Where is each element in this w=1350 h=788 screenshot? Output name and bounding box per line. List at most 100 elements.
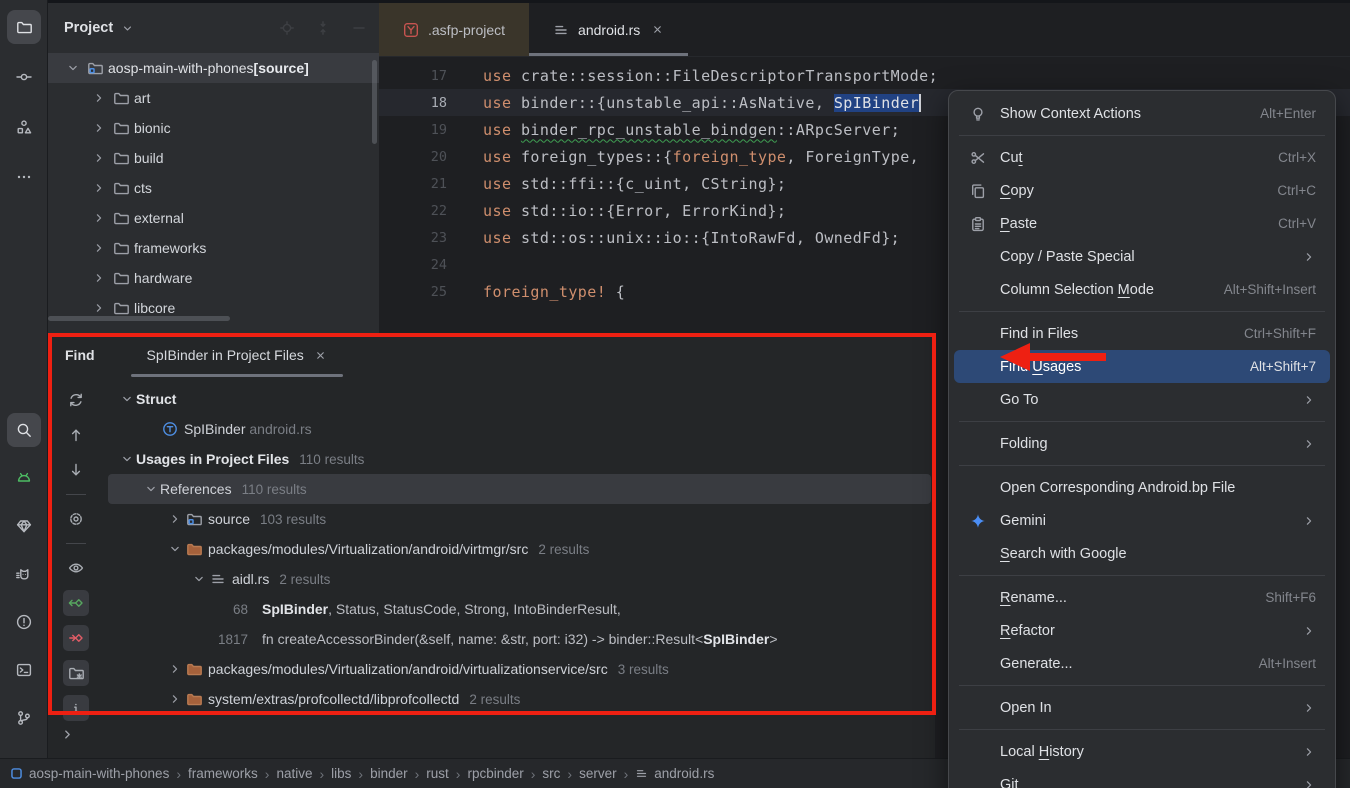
- project-horizontal-scrollbar[interactable]: [48, 316, 230, 321]
- chevron-down-icon[interactable]: [62, 61, 84, 75]
- menu-item-git[interactable]: Git: [954, 768, 1330, 788]
- chevron-right-icon[interactable]: [88, 241, 110, 255]
- code-line-17[interactable]: 17use crate::session::FileDescriptorTran…: [379, 62, 1350, 89]
- breadcrumb-item-native[interactable]: native: [276, 766, 312, 781]
- breadcrumb-item-binder[interactable]: binder: [370, 766, 408, 781]
- menu-item-gemini[interactable]: Gemini: [954, 504, 1330, 537]
- project-tree-item-hardware[interactable]: hardware: [48, 263, 379, 293]
- menu-item-open-in[interactable]: Open In: [954, 691, 1330, 724]
- editor-tab-asfp-project[interactable]: .asfp-project: [379, 3, 529, 56]
- find-result-row[interactable]: system/extras/profcollectd/libprofcollec…: [108, 684, 931, 714]
- collapsed-node-chevron-icon[interactable]: [60, 727, 75, 742]
- menu-item-copy[interactable]: CopyCtrl+C: [954, 174, 1330, 207]
- running-devices-tool-button[interactable]: [7, 557, 41, 591]
- find-result-row[interactable]: Usages in Project Files110 results: [108, 444, 931, 474]
- chevron-down-icon[interactable]: [118, 392, 136, 406]
- breadcrumb-item-rust[interactable]: rust: [426, 766, 449, 781]
- find-result-row[interactable]: 1817fn createAccessorBinder(&self, name:…: [108, 624, 931, 654]
- project-tree-item-frameworks[interactable]: frameworks: [48, 233, 379, 263]
- app-quality-insights-tool-button[interactable]: [7, 509, 41, 543]
- chevron-down-icon[interactable]: [121, 22, 134, 35]
- menu-item-folding[interactable]: Folding: [954, 427, 1330, 460]
- menu-item-copy-paste-special[interactable]: Copy / Paste Special: [954, 240, 1330, 273]
- menu-item-cut[interactable]: CutCtrl+X: [954, 141, 1330, 174]
- gem-icon: [16, 518, 32, 534]
- breadcrumb-item-libs[interactable]: libs: [331, 766, 351, 781]
- chevron-right-icon[interactable]: [166, 662, 184, 676]
- menu-item-go-to[interactable]: Go To: [954, 383, 1330, 416]
- chevron-right-icon[interactable]: [88, 151, 110, 165]
- chevron-down-icon[interactable]: [166, 542, 184, 556]
- close-icon[interactable]: [651, 23, 664, 36]
- project-tree-item-external[interactable]: external: [48, 203, 379, 233]
- search-tool-button[interactable]: [7, 413, 41, 447]
- previous-occurrence-button[interactable]: [63, 422, 89, 448]
- menu-item-paste[interactable]: PasteCtrl+V: [954, 207, 1330, 240]
- menu-item-generate[interactable]: Generate...Alt+Insert: [954, 647, 1330, 680]
- show-usage-info-button[interactable]: [63, 695, 89, 721]
- chevron-down-icon[interactable]: [190, 572, 208, 586]
- find-result-row[interactable]: aidl.rs2 results: [108, 564, 931, 594]
- terminal-tool-button[interactable]: [7, 653, 41, 687]
- commit-tool-button[interactable]: [7, 60, 41, 94]
- find-result-row[interactable]: SpIBinder android.rs: [108, 414, 931, 444]
- text-segment: >: [769, 631, 777, 647]
- breadcrumb-item-server[interactable]: server: [579, 766, 617, 781]
- bulb-icon: [964, 106, 992, 122]
- chevron-right-icon[interactable]: [88, 181, 110, 195]
- version-control-tool-button[interactable]: [7, 701, 41, 735]
- chevron-right-icon[interactable]: [88, 301, 110, 315]
- find-result-row[interactable]: packages/modules/Virtualization/android/…: [108, 534, 931, 564]
- editor-tab-android-rs[interactable]: android.rs: [529, 3, 688, 56]
- menu-item-rename[interactable]: Rename...Shift+F6: [954, 581, 1330, 614]
- menu-item-open-corresponding-androidbp-file[interactable]: Open Corresponding Android.bp File: [954, 471, 1330, 504]
- menu-item-column-selection-mode[interactable]: Column Selection ModeAlt+Shift+Insert: [954, 273, 1330, 306]
- breadcrumb-item-rpcbinder[interactable]: rpcbinder: [467, 766, 523, 781]
- find-result-row[interactable]: packages/modules/Virtualization/android/…: [108, 654, 931, 684]
- problems-tool-button[interactable]: [7, 605, 41, 639]
- chevron-right-icon[interactable]: [166, 512, 184, 526]
- find-result-row[interactable]: 68SpIBinder, Status, StatusCode, Strong,…: [108, 594, 931, 624]
- chevron-down-icon[interactable]: [118, 452, 136, 466]
- chevron-right-icon[interactable]: [88, 211, 110, 225]
- find-results-tab[interactable]: SpIBinder in Project Files: [143, 333, 331, 377]
- search-settings-button[interactable]: [63, 506, 89, 532]
- project-tree-item-cts[interactable]: cts: [48, 173, 379, 203]
- menu-shortcut: Shift+F6: [1265, 590, 1316, 605]
- next-occurrence-button[interactable]: [63, 457, 89, 483]
- chevron-right-icon[interactable]: [88, 271, 110, 285]
- group-results-button[interactable]: [63, 660, 89, 686]
- project-tree-item-build[interactable]: build: [48, 143, 379, 173]
- project-vertical-scrollbar[interactable]: [372, 60, 377, 144]
- close-icon[interactable]: [314, 349, 327, 362]
- chevron-right-icon[interactable]: [166, 692, 184, 706]
- project-tree-item-art[interactable]: art: [48, 83, 379, 113]
- breadcrumb-item-android-rs[interactable]: android.rs: [635, 766, 714, 781]
- autoscroll-from-source-button[interactable]: [63, 625, 89, 651]
- menu-item-show-context-actions[interactable]: Show Context ActionsAlt+Enter: [954, 97, 1330, 130]
- find-result-row[interactable]: source103 results: [108, 504, 931, 534]
- menu-item-local-history[interactable]: Local History: [954, 735, 1330, 768]
- structure-tool-button[interactable]: [7, 110, 41, 144]
- preview-usages-button[interactable]: [63, 555, 89, 581]
- chevron-right-icon[interactable]: [88, 121, 110, 135]
- menu-item-search-with-google[interactable]: Search with Google: [954, 537, 1330, 570]
- project-panel-header: Project: [48, 3, 379, 53]
- logcat-tool-button[interactable]: [7, 461, 41, 495]
- project-tool-button[interactable]: [7, 10, 41, 44]
- project-tree-item-aosp-main-with-phones[interactable]: aosp-main-with-phones [source]: [48, 53, 379, 83]
- text-segment: Column Selection: [1000, 282, 1118, 298]
- project-tree-item-bionic[interactable]: bionic: [48, 113, 379, 143]
- menu-item-refactor[interactable]: Refactor: [954, 614, 1330, 647]
- find-result-row[interactable]: References110 results: [108, 474, 931, 504]
- navigate-with-single-click-button[interactable]: [63, 590, 89, 616]
- more-tools-button[interactable]: [7, 160, 41, 194]
- text-segment: use: [483, 94, 521, 112]
- breadcrumb-item-aosp-main-with-phones[interactable]: aosp-main-with-phones: [10, 766, 169, 781]
- chevron-down-icon[interactable]: [142, 482, 160, 496]
- chevron-right-icon[interactable]: [88, 91, 110, 105]
- find-result-row[interactable]: Struct: [108, 384, 931, 414]
- rerun-search-button[interactable]: [63, 387, 89, 413]
- breadcrumb-item-src[interactable]: src: [542, 766, 560, 781]
- breadcrumb-item-frameworks[interactable]: frameworks: [188, 766, 258, 781]
